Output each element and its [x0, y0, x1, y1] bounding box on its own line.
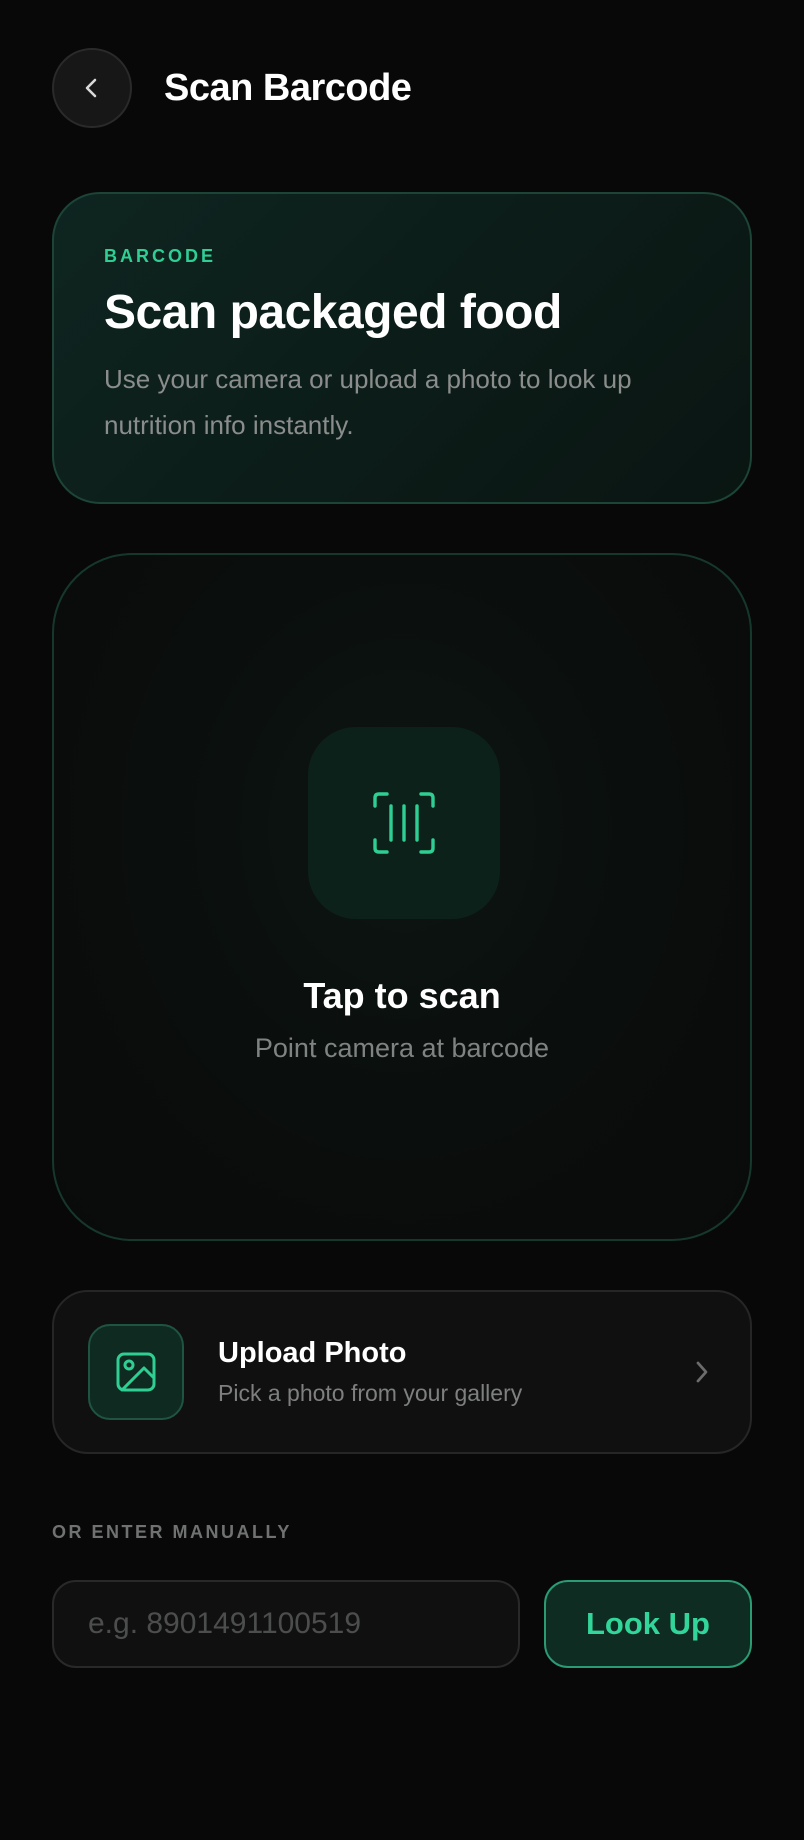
scan-barcode-screen: Scan Barcode BARCODE Scan packaged food … — [0, 0, 804, 1840]
intro-title: Scan packaged food — [104, 286, 562, 339]
scan-icon-container — [308, 727, 500, 919]
upload-title: Upload Photo — [218, 1337, 407, 1369]
manual-entry-label: OR ENTER MANUALLY — [52, 1522, 292, 1542]
upload-icon-container — [88, 1324, 184, 1420]
intro-card: BARCODE Scan packaged food Use your came… — [52, 192, 752, 504]
page-title: Scan Barcode — [164, 66, 412, 109]
intro-eyebrow: BARCODE — [104, 246, 217, 266]
chevron-left-icon — [80, 76, 104, 100]
upload-text: Upload Photo Pick a photo from your gall… — [218, 1337, 688, 1407]
intro-subtitle: Use your camera or upload a photo to loo… — [104, 364, 632, 440]
upload-subtitle: Pick a photo from your gallery — [218, 1380, 523, 1406]
header: Scan Barcode — [52, 48, 412, 128]
barcode-input[interactable] — [52, 1580, 520, 1668]
tap-to-scan-area[interactable]: Tap to scan Point camera at barcode — [52, 553, 752, 1241]
barcode-scan-icon — [371, 790, 437, 856]
scan-title: Tap to scan — [303, 975, 501, 1016]
image-icon — [114, 1350, 158, 1394]
chevron-right-icon — [688, 1359, 716, 1385]
scan-subtitle: Point camera at barcode — [254, 1033, 550, 1063]
look-up-button[interactable]: Look Up — [544, 1580, 752, 1668]
back-button[interactable] — [52, 48, 132, 128]
upload-photo-button[interactable]: Upload Photo Pick a photo from your gall… — [52, 1290, 752, 1454]
